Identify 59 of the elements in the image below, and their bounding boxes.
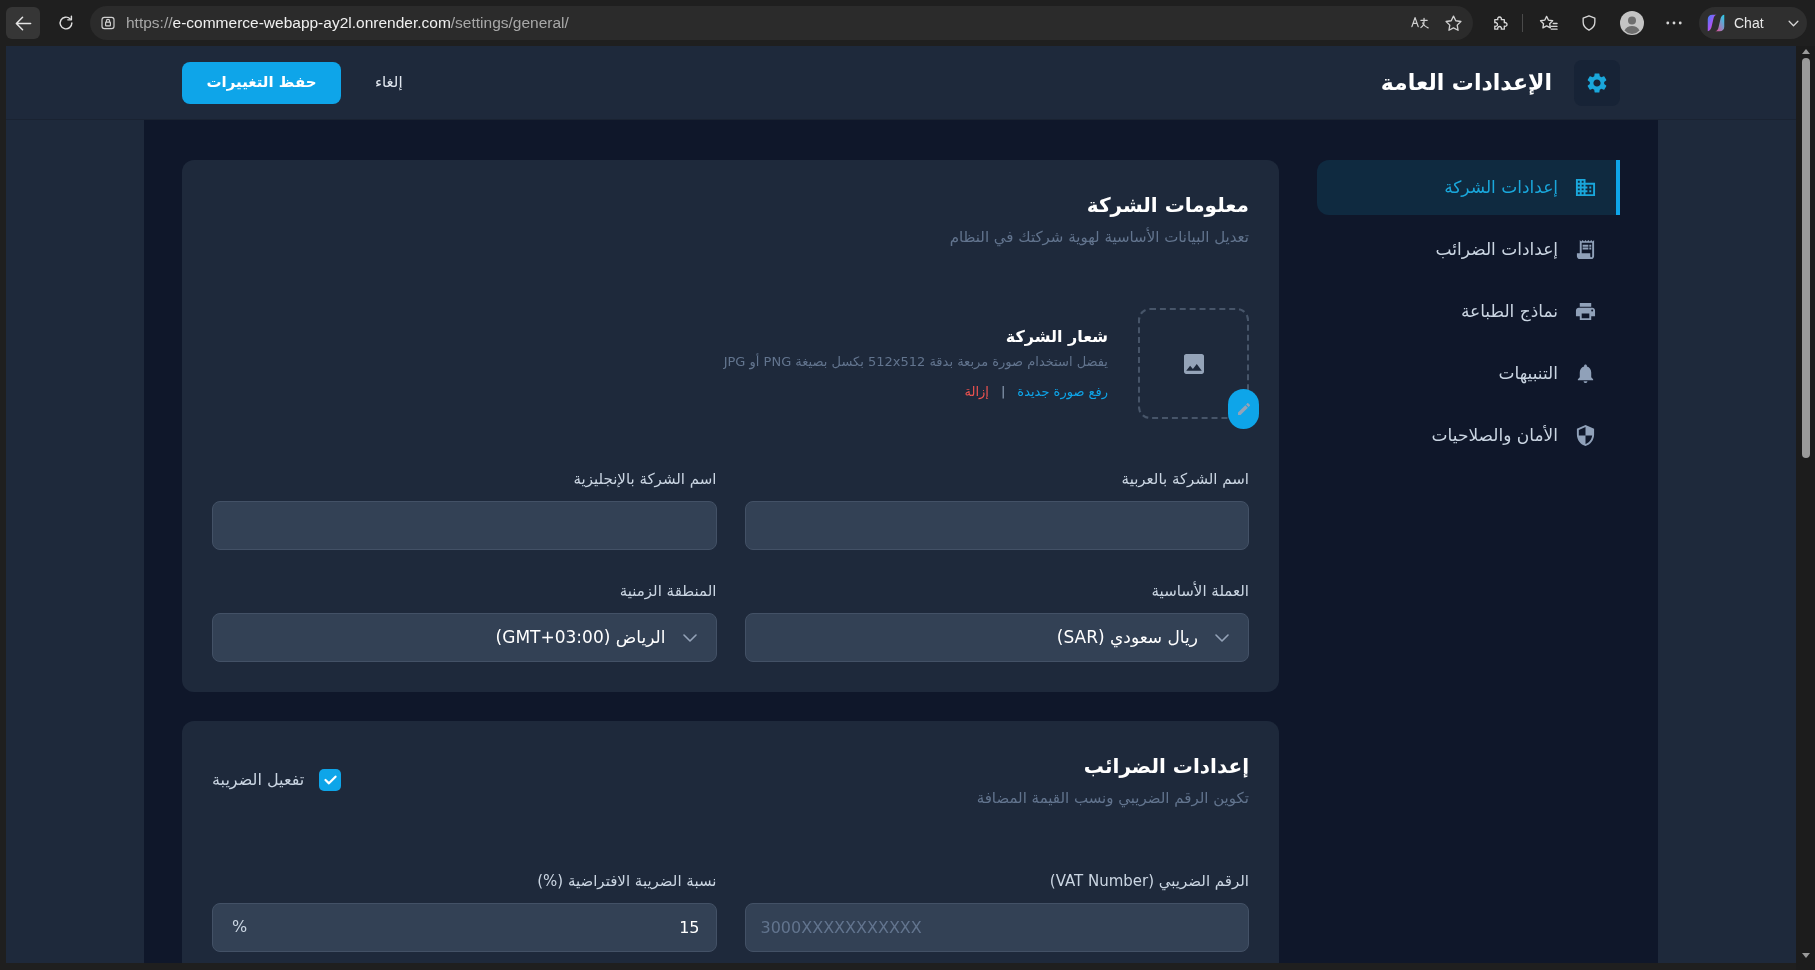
sidebar-item[interactable]: التنبيهات	[1317, 346, 1620, 401]
gear-icon	[1574, 59, 1620, 106]
field-label: المنطقة الزمنية	[618, 581, 717, 601]
section-subtitle: تعديل البيانات الأساسية لهوية شركتك في النظام	[949, 226, 1249, 248]
printer-icon	[1575, 301, 1596, 322]
section-subtitle: تكوين الرقم الضريبي ونسب القيمة المضافة	[976, 788, 1249, 809]
chat-button[interactable]: Chat	[1699, 7, 1807, 39]
pencil-icon	[1237, 403, 1250, 415]
input-field[interactable]	[744, 501, 1249, 550]
select-field[interactable]: ريال سعودي (SAR)	[744, 613, 1249, 662]
check-icon	[323, 775, 337, 785]
section-title: معلومات الشركة	[1085, 192, 1249, 219]
upload-link[interactable]: رفع صورة جديدة	[1017, 383, 1108, 401]
checkbox-label: تفعيل الضريبة	[212, 769, 305, 792]
input-field[interactable]: 3000XXXXXXXXXXX	[744, 903, 1249, 952]
more-icon	[1666, 21, 1682, 25]
star-icon[interactable]	[1444, 13, 1463, 33]
link-separator: |	[1000, 383, 1006, 401]
url-text[interactable]: https://e-commerce-webapp-ay2l.onrender.com/settings/general/	[126, 11, 569, 35]
cancel-button[interactable]: إلغاء	[375, 71, 403, 94]
checkbox[interactable]	[319, 769, 342, 791]
receipt-icon	[1575, 239, 1596, 260]
field-label: اسم الشركة بالعربية	[1120, 469, 1249, 489]
input-field[interactable]	[212, 501, 717, 550]
image-icon	[1183, 353, 1204, 374]
shield-icon	[1575, 425, 1596, 446]
edit-button[interactable]	[1228, 389, 1259, 429]
sidebar-item[interactable]: الأمان والصلاحيات	[1317, 408, 1620, 463]
page-title: الإعدادات العامة	[1380, 68, 1552, 97]
shield-outline-icon	[1580, 14, 1598, 32]
favorites-icon	[1538, 13, 1558, 33]
unit-label: %	[232, 917, 248, 937]
scroll-up-icon[interactable]	[1801, 49, 1810, 54]
bell-icon	[1575, 363, 1596, 384]
field-label: اسم الشركة بالإنجليزية	[572, 469, 717, 489]
back-button[interactable]	[6, 7, 40, 39]
remove-link[interactable]: إزالة	[964, 383, 989, 401]
lock-icon	[100, 15, 116, 31]
field-label: نسبة الضريبة الافتراضية (%)	[536, 871, 717, 891]
reload-icon	[57, 14, 75, 32]
building-icon	[1575, 177, 1596, 198]
avatar-icon	[1620, 11, 1644, 35]
field-label: العملة الأساسية	[1150, 581, 1249, 601]
sidebar-item[interactable]: إعدادات الشركة	[1317, 160, 1620, 215]
select-field[interactable]: الرياض (GMT+03:00)	[212, 613, 717, 662]
scrollbar-thumb[interactable]	[1801, 58, 1810, 458]
logo-title: شعار الشركة	[1004, 326, 1108, 348]
chevron-down-icon	[682, 633, 697, 642]
chevron-down-icon	[1788, 19, 1799, 27]
field-label: الرقم الضريبي (VAT Number)	[1048, 871, 1249, 891]
scroll-down-icon[interactable]	[1801, 953, 1810, 958]
logo-upload-box[interactable]	[1138, 308, 1249, 419]
gradient-logo-icon	[1705, 12, 1727, 34]
sidebar-item[interactable]: نماذج الطباعة	[1317, 284, 1620, 339]
sidebar-item[interactable]: إعدادات الضرائب	[1317, 222, 1620, 277]
address-bar[interactable]: https://e-commerce-webapp-ay2l.onrender.com/settings/general/	[90, 6, 1473, 40]
logo-hint: يفضل استخدام صورة مربعة بدقة 512x512 بكسل بصيغة PNG أو JPG	[723, 353, 1108, 371]
chevron-down-icon	[1215, 633, 1229, 642]
section-title: إعدادات الضرائب	[1082, 753, 1249, 780]
